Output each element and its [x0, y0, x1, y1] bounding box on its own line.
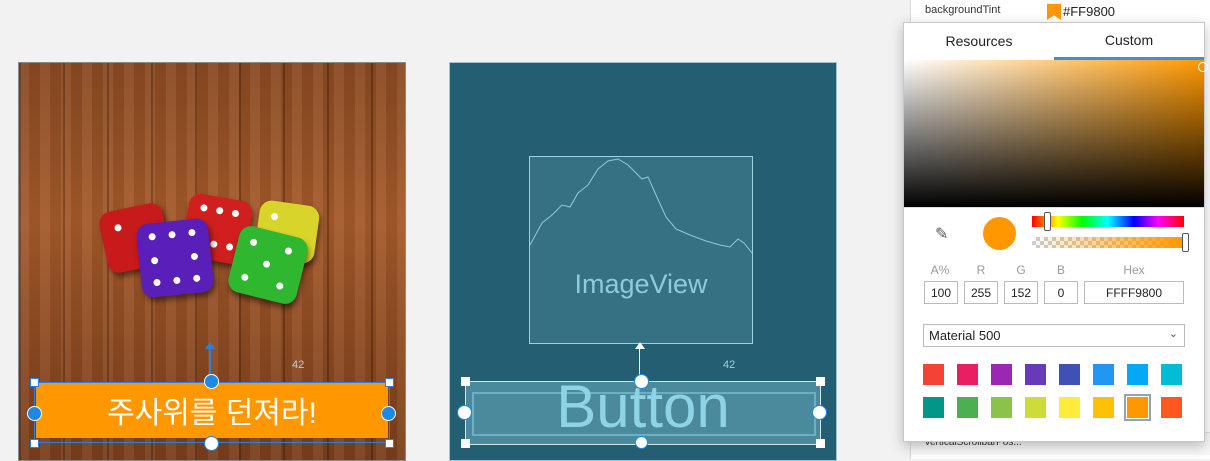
blueprint-canvas[interactable]: ImageView 42 Button — [449, 62, 837, 461]
color-swatch[interactable] — [1161, 364, 1182, 385]
resize-handle[interactable] — [461, 377, 470, 386]
color-swatch[interactable] — [957, 364, 978, 385]
blue-input[interactable]: 0 — [1044, 281, 1078, 304]
imageview-placeholder[interactable]: ImageView — [529, 156, 753, 344]
resize-handle[interactable] — [385, 439, 394, 448]
constraint-arrow-icon — [205, 342, 215, 349]
resize-handle[interactable] — [30, 439, 39, 448]
design-canvas[interactable]: 42 주사위를 던져라! — [18, 62, 406, 461]
color-swatch[interactable] — [1025, 364, 1046, 385]
hue-slider[interactable] — [1032, 216, 1184, 227]
color-swatch[interactable] — [1025, 397, 1046, 418]
hue-slider-handle[interactable] — [1044, 212, 1051, 231]
field-label-blue: B — [1056, 263, 1065, 277]
color-swatch[interactable] — [1059, 364, 1080, 385]
constraint-arrow-icon — [635, 342, 645, 349]
saturation-handle[interactable] — [1198, 62, 1208, 72]
die-purple — [135, 217, 215, 299]
constraint-handle-bottom[interactable] — [204, 436, 219, 451]
color-swatch[interactable] — [991, 364, 1012, 385]
selection-frame — [34, 382, 390, 443]
field-label-green: G — [1016, 263, 1026, 277]
color-swatch[interactable] — [923, 397, 944, 418]
constraint-handle-top[interactable] — [634, 374, 649, 389]
field-label-alpha: A% — [930, 263, 950, 277]
margin-label: 42 — [723, 359, 736, 371]
field-label-red: R — [976, 263, 986, 277]
color-picker-popup: Resources Custom ✎ A% R G B Hex 100 255 … — [903, 22, 1208, 442]
color-preview — [983, 217, 1016, 250]
chevron-down-icon: ⌄ — [1168, 328, 1178, 340]
constraint-handle-top[interactable] — [204, 374, 219, 389]
alpha-slider-handle[interactable] — [1182, 233, 1189, 252]
divider — [904, 207, 1204, 208]
color-swatch[interactable] — [1127, 364, 1148, 385]
color-swatch[interactable] — [1059, 397, 1080, 418]
resize-handle[interactable] — [385, 378, 394, 387]
hex-input[interactable]: FFFF9800 — [1084, 281, 1184, 304]
color-swatch[interactable] — [1093, 364, 1114, 385]
color-swatch[interactable] — [957, 397, 978, 418]
constraint-handle-right[interactable] — [381, 406, 396, 421]
alpha-slider[interactable] — [1032, 237, 1184, 248]
constraint-handle-right[interactable] — [812, 405, 827, 420]
margin-label: 42 — [292, 359, 305, 371]
palette-dropdown[interactable]: Material 500 ⌄ — [923, 324, 1185, 347]
field-label-hex: Hex — [1123, 263, 1145, 277]
constraint-handle-left[interactable] — [457, 405, 472, 420]
resize-handle[interactable] — [816, 377, 825, 386]
tab-custom[interactable]: Custom — [1054, 23, 1204, 60]
color-swatch[interactable] — [991, 397, 1012, 418]
color-swatch[interactable] — [1124, 394, 1151, 421]
attribute-label: backgroundTint — [925, 4, 1001, 16]
color-swatch-icon — [1047, 4, 1061, 20]
color-swatch[interactable] — [1161, 397, 1182, 418]
color-swatch[interactable] — [923, 364, 944, 385]
color-swatch[interactable] — [1093, 397, 1114, 418]
resize-handle[interactable] — [30, 378, 39, 387]
resize-handle[interactable] — [816, 439, 825, 448]
constraint-handle-bottom[interactable] — [635, 436, 648, 449]
green-input[interactable]: 152 — [1004, 281, 1038, 304]
constraint-handle-left[interactable] — [27, 406, 42, 421]
palette-dropdown-value: Material 500 — [929, 328, 1001, 343]
saturation-value-picker[interactable] — [904, 60, 1204, 207]
imageview-label: ImageView — [574, 269, 708, 299]
eyedropper-icon[interactable]: ✎ — [935, 224, 948, 244]
alpha-input[interactable]: 100 — [924, 281, 958, 304]
mountain-icon — [530, 158, 752, 254]
tab-resources[interactable]: Resources — [904, 23, 1054, 59]
attribute-row-background-tint[interactable]: backgroundTint #FF9800 — [911, 0, 1210, 22]
attribute-value[interactable]: #FF9800 — [1063, 4, 1115, 19]
red-input[interactable]: 255 — [964, 281, 998, 304]
resize-handle[interactable] — [461, 439, 470, 448]
